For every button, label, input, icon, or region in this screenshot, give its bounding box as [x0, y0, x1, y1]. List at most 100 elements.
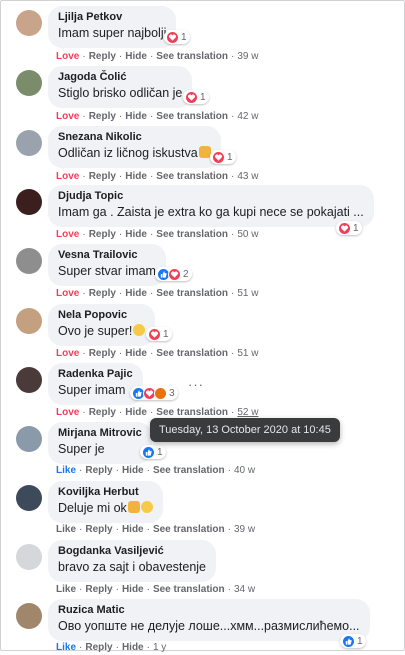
timestamp[interactable]: 39 w — [234, 524, 255, 535]
reply-button[interactable]: Reply — [89, 51, 116, 62]
reply-button[interactable]: Reply — [89, 348, 116, 359]
see-translation-link[interactable]: See translation — [156, 288, 228, 299]
hide-button[interactable]: Hide — [122, 642, 144, 653]
author-name[interactable]: Bogdanka Vasiljević — [58, 544, 206, 559]
avatar[interactable] — [16, 485, 42, 511]
hide-button[interactable]: Hide — [125, 229, 147, 240]
comment-actions: Love · Reply · Hide · See translation · 42 w — [56, 111, 259, 122]
love-button[interactable]: Love — [56, 288, 79, 299]
reply-button[interactable]: Reply — [89, 171, 116, 182]
author-name[interactable]: Vesna Trailovic — [58, 248, 156, 263]
avatar[interactable] — [16, 426, 42, 452]
timestamp[interactable]: 40 w — [234, 465, 255, 476]
see-translation-link[interactable]: See translation — [156, 348, 228, 359]
comment-actions: Like · Reply · Hide · 1 y — [56, 642, 167, 653]
avatar[interactable] — [16, 130, 42, 156]
timestamp[interactable]: 51 w — [237, 348, 258, 359]
like-icon — [342, 634, 355, 648]
reply-button[interactable]: Reply — [85, 584, 112, 595]
avatar[interactable] — [16, 70, 42, 96]
reaction-summary[interactable]: 2 — [155, 267, 192, 281]
timestamp[interactable]: 50 w — [237, 229, 258, 240]
author-name[interactable]: Mirjana Mitrovic — [58, 426, 142, 441]
love-button[interactable]: Love — [56, 171, 79, 182]
timestamp-tooltip: Tuesday, 13 October 2020 at 10:45 — [150, 418, 340, 442]
timestamp[interactable]: 42 w — [237, 111, 258, 122]
reply-button[interactable]: Reply — [85, 524, 112, 535]
reply-button[interactable]: Reply — [89, 288, 116, 299]
timestamp[interactable]: 1 y — [153, 642, 166, 653]
timestamp[interactable]: 52 w — [237, 407, 258, 418]
reply-button[interactable]: Reply — [85, 642, 112, 653]
see-translation-link[interactable]: See translation — [153, 465, 225, 476]
comment-text: Super imam — [58, 383, 126, 397]
reaction-summary[interactable]: 1 — [146, 327, 172, 341]
see-translation-link[interactable]: See translation — [156, 51, 228, 62]
love-button[interactable]: Love — [56, 348, 79, 359]
avatar[interactable] — [16, 189, 42, 215]
author-name[interactable]: Ljilja Petkov — [58, 10, 166, 25]
hide-button[interactable]: Hide — [125, 51, 147, 62]
avatar[interactable] — [16, 308, 42, 334]
comment-bubble: Ljilja Petkov Imam super najbolji — [48, 6, 177, 48]
author-name[interactable]: Djudja Topic — [58, 189, 364, 204]
like-button[interactable]: Like — [56, 584, 76, 595]
hide-button[interactable]: Hide — [125, 171, 147, 182]
timestamp[interactable]: 51 w — [237, 288, 258, 299]
reply-button[interactable]: Reply — [89, 111, 116, 122]
love-button[interactable]: Love — [56, 51, 79, 62]
hide-button[interactable]: Hide — [122, 524, 144, 535]
reaction-summary[interactable]: 1 — [210, 150, 236, 164]
author-name[interactable]: Nela Popovic — [58, 308, 145, 323]
avatar[interactable] — [16, 10, 42, 36]
reaction-summary[interactable]: 1 — [164, 30, 190, 44]
author-name[interactable]: Jagoda Čolić — [58, 70, 182, 85]
avatar[interactable] — [16, 603, 42, 629]
see-translation-link[interactable]: See translation — [156, 407, 228, 418]
reaction-summary[interactable]: 3 — [130, 386, 178, 400]
hide-button[interactable]: Hide — [125, 348, 147, 359]
comment-bubble: Radenka Pajic Super imam — [48, 363, 143, 405]
love-button[interactable]: Love — [56, 111, 79, 122]
love-button[interactable]: Love — [56, 229, 79, 240]
reaction-summary[interactable]: 1 — [336, 221, 362, 235]
hide-button[interactable]: Hide — [122, 465, 144, 476]
avatar[interactable] — [16, 367, 42, 393]
hide-button[interactable]: Hide — [125, 288, 147, 299]
hide-button[interactable]: Hide — [125, 111, 147, 122]
avatar[interactable] — [16, 544, 42, 570]
more-options-icon[interactable]: ··· — [188, 377, 204, 392]
author-name[interactable]: Ruzica Matic — [58, 603, 360, 618]
see-translation-link[interactable]: See translation — [156, 171, 228, 182]
comment-bubble: Ruzica Matic Ово уопште не делује лоше..… — [48, 599, 370, 641]
reaction-count: 1 — [353, 222, 359, 234]
reaction-summary[interactable]: 1 — [140, 445, 166, 459]
author-name[interactable]: Snezana Nikolic — [58, 130, 211, 145]
reaction-summary[interactable]: 1 — [340, 634, 366, 648]
author-name[interactable]: Koviljka Herbut — [58, 485, 153, 500]
reply-button[interactable]: Reply — [89, 407, 116, 418]
hide-button[interactable]: Hide — [125, 407, 147, 418]
see-translation-link[interactable]: See translation — [153, 584, 225, 595]
see-translation-link[interactable]: See translation — [156, 229, 228, 240]
hide-button[interactable]: Hide — [122, 584, 144, 595]
timestamp[interactable]: 43 w — [237, 171, 258, 182]
see-translation-link[interactable]: See translation — [153, 524, 225, 535]
like-button[interactable]: Like — [56, 465, 76, 476]
author-name[interactable]: Radenka Pajic — [58, 367, 133, 382]
see-translation-link[interactable]: See translation — [156, 111, 228, 122]
comment-text-wrap: Deluje mi ok — [58, 500, 153, 517]
like-button[interactable]: Like — [56, 524, 76, 535]
timestamp[interactable]: 34 w — [234, 584, 255, 595]
reply-button[interactable]: Reply — [85, 465, 112, 476]
comment-bubble: Nela Popovic Ovo je super! — [48, 304, 156, 346]
avatar[interactable] — [16, 248, 42, 274]
like-button[interactable]: Like — [56, 642, 76, 653]
comment-bubble: Vesna Trailovic Super stvar imam — [48, 244, 166, 286]
timestamp[interactable]: 39 w — [237, 51, 258, 62]
reaction-summary[interactable]: 1 — [183, 90, 209, 104]
reply-button[interactable]: Reply — [89, 229, 116, 240]
heart-icon — [338, 221, 351, 235]
love-button[interactable]: Love — [56, 407, 79, 418]
like-icon — [142, 445, 155, 459]
